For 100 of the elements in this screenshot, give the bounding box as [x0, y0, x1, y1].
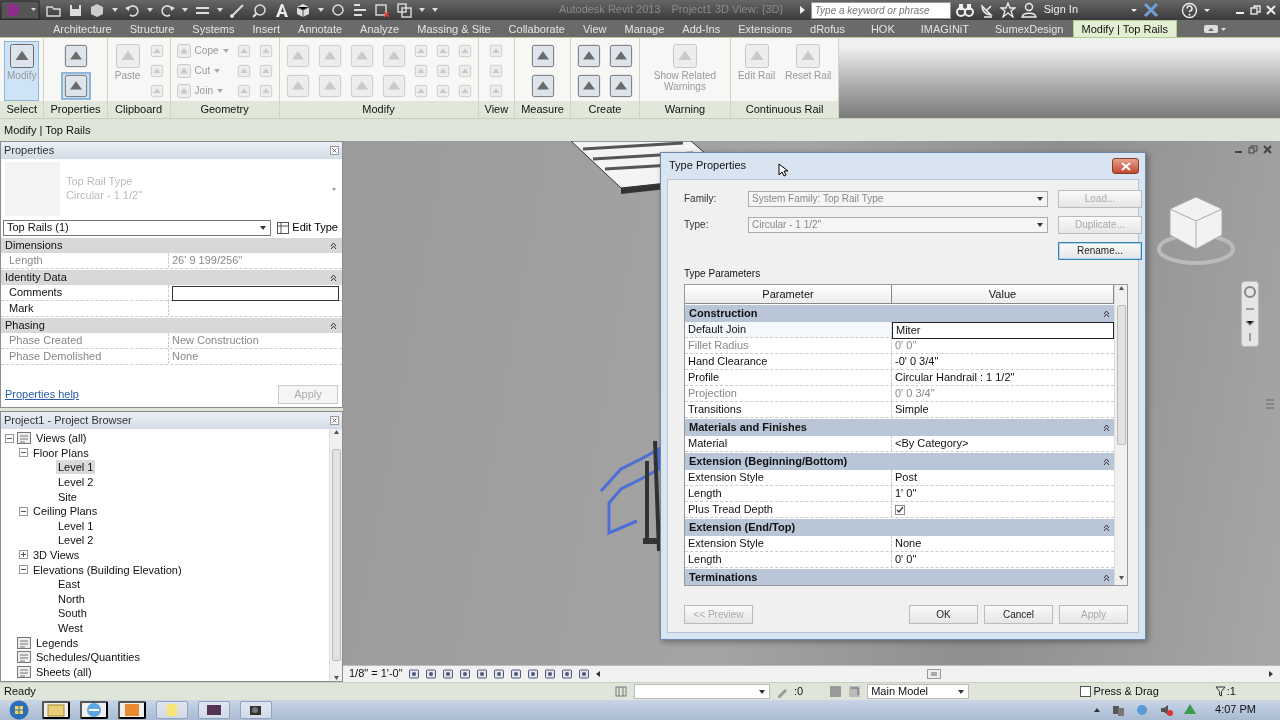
- dropdown-caret-icon[interactable]: [1203, 6, 1211, 14]
- checkbox[interactable]: [1080, 686, 1092, 697]
- tree-item[interactable]: 3D Views: [31, 547, 82, 562]
- group-header[interactable]: Dimensions: [1, 237, 342, 253]
- filter-icon[interactable]: [1214, 686, 1226, 697]
- edit-type-button[interactable]: Edit Type: [275, 221, 340, 235]
- checkbox-label[interactable]: Press & Drag: [1093, 684, 1159, 699]
- ribbon-tab[interactable]: Collaborate: [499, 20, 574, 37]
- value-field[interactable]: [172, 286, 339, 301]
- text-icon[interactable]: [273, 1, 290, 19]
- ribbon-tab[interactable]: IMAGINiT: [911, 20, 978, 37]
- windows-icon[interactable]: [396, 1, 413, 19]
- scrollbar[interactable]: [329, 428, 342, 681]
- lock-icon[interactable]: [509, 668, 522, 680]
- ribbon-tab[interactable]: Systems: [183, 20, 244, 37]
- group-header[interactable]: Identity Data: [1, 269, 342, 285]
- sun-icon[interactable]: [441, 668, 454, 680]
- dropdown-caret-icon[interactable]: [216, 6, 224, 14]
- sign-in-button[interactable]: Sign In: [1041, 3, 1080, 17]
- scrollbar-icon[interactable]: [1265, 397, 1275, 411]
- dropdown-caret-icon[interactable]: [1130, 6, 1138, 14]
- tree-item[interactable]: Level 1: [56, 518, 96, 533]
- tree-item[interactable]: Level 2: [56, 533, 96, 548]
- show-hidden-icons-icon[interactable]: [1093, 706, 1102, 714]
- ribbon-tab[interactable]: Insert: [243, 20, 290, 37]
- box-icon[interactable]: [577, 668, 590, 680]
- tree-item[interactable]: Schedules/Quantities: [34, 650, 142, 665]
- help-link[interactable]: Properties help: [5, 387, 79, 401]
- group-header[interactable]: Construction: [685, 304, 1114, 322]
- group-header[interactable]: Phasing: [1, 317, 342, 333]
- ribbon-tab[interactable]: Structure: [120, 20, 184, 37]
- ribbon-tab[interactable]: Annotate: [289, 20, 352, 37]
- tree-item[interactable]: Legends: [34, 635, 81, 650]
- dropdown-caret-icon[interactable]: [317, 6, 325, 14]
- tree-item[interactable]: Views (all): [34, 431, 89, 446]
- close-button[interactable]: [1112, 158, 1139, 174]
- navigation-bar-icon[interactable]: [1241, 281, 1259, 347]
- column-header[interactable]: Parameter: [685, 285, 892, 303]
- crop-icon[interactable]: [492, 668, 505, 680]
- taskbar-button[interactable]: [240, 701, 272, 719]
- box-icon[interactable]: [295, 1, 312, 19]
- tree-item[interactable]: Elevations (Building Elevation): [31, 562, 184, 577]
- tree-item[interactable]: East: [56, 577, 82, 592]
- collapse-icon[interactable]: [19, 448, 28, 458]
- taskbar-button[interactable]: [118, 701, 146, 719]
- help-icon[interactable]: [1181, 1, 1198, 19]
- clock[interactable]: 4:07 PM: [1215, 703, 1256, 717]
- collapse-icon[interactable]: [19, 506, 28, 516]
- ribbon-tab[interactable]: Analyze: [351, 20, 409, 37]
- collapse-icon[interactable]: [19, 565, 28, 575]
- tree-item[interactable]: Site: [56, 489, 79, 504]
- taskbar-button[interactable]: [80, 701, 108, 719]
- ribbon-tab[interactable]: SumexDesign: [986, 20, 1073, 37]
- ribbon-tab[interactable]: HOK: [861, 20, 904, 37]
- binoculars-icon[interactable]: [955, 2, 974, 18]
- tree-item[interactable]: Level 1: [56, 460, 96, 475]
- tree-item[interactable]: Level 2: [56, 475, 96, 489]
- dropdown-caret-icon[interactable]: [146, 6, 154, 14]
- close-icon[interactable]: [330, 146, 339, 155]
- dialog-button[interactable]: Rename...: [1058, 242, 1142, 260]
- dropdown-caret-icon[interactable]: [111, 6, 119, 14]
- collapse-icon[interactable]: [5, 433, 14, 443]
- dropdown-caret-icon[interactable]: [181, 6, 189, 14]
- tree-item[interactable]: South: [56, 606, 89, 621]
- ribbon-tab[interactable]: Extensions: [729, 20, 802, 37]
- search-field[interactable]: Type a keyword or phrase: [810, 1, 951, 19]
- close-view-icon[interactable]: [374, 1, 391, 19]
- ribbon-tab[interactable]: Massing & Site: [408, 20, 500, 37]
- expand-arrow-icon[interactable]: [799, 5, 806, 15]
- house-icon[interactable]: [526, 668, 539, 680]
- crop-icon[interactable]: [475, 668, 488, 680]
- close-icon[interactable]: [330, 415, 339, 425]
- dialog-button[interactable]: Cancel: [984, 605, 1053, 624]
- group-header[interactable]: Materials and Finishes: [685, 418, 1114, 436]
- tree-item[interactable]: Sheets (all): [34, 664, 94, 679]
- ribbon-tab[interactable]: Add-Ins: [673, 20, 730, 37]
- group-header[interactable]: Extension (Beginning/Bottom): [685, 452, 1114, 470]
- star-icon[interactable]: [999, 2, 1016, 18]
- tree-item[interactable]: Ceiling Plans: [31, 504, 100, 519]
- ribbon-tab[interactable]: Architecture: [44, 20, 121, 37]
- volume-muted-icon[interactable]: [1159, 703, 1174, 717]
- exchange-icon[interactable]: [1143, 2, 1159, 18]
- detail-level-icon[interactable]: [407, 668, 420, 680]
- scale-label[interactable]: 1/8" = 1'-0": [349, 667, 403, 681]
- model-dropdown[interactable]: Main Model: [867, 684, 970, 699]
- network-icon[interactable]: [1111, 703, 1126, 717]
- dialog-button[interactable]: OK: [909, 605, 978, 624]
- tree-item[interactable]: Floor Plans: [31, 445, 91, 460]
- scroll-down-icon[interactable]: [1117, 575, 1125, 581]
- group-header[interactable]: Terminations: [685, 568, 1114, 585]
- column-header[interactable]: Value: [892, 285, 1114, 303]
- expand-icon[interactable]: [19, 550, 28, 560]
- close-icon[interactable]: [1263, 145, 1272, 154]
- scroll-right-icon[interactable]: [1268, 670, 1274, 678]
- circle-icon[interactable]: [330, 1, 347, 19]
- scrollbar[interactable]: [1114, 285, 1127, 585]
- scrollbar-thumb[interactable]: [1116, 305, 1126, 445]
- tree-item[interactable]: North: [56, 591, 87, 606]
- restore-icon[interactable]: [1250, 5, 1261, 15]
- value-field[interactable]: Miter: [892, 322, 1114, 340]
